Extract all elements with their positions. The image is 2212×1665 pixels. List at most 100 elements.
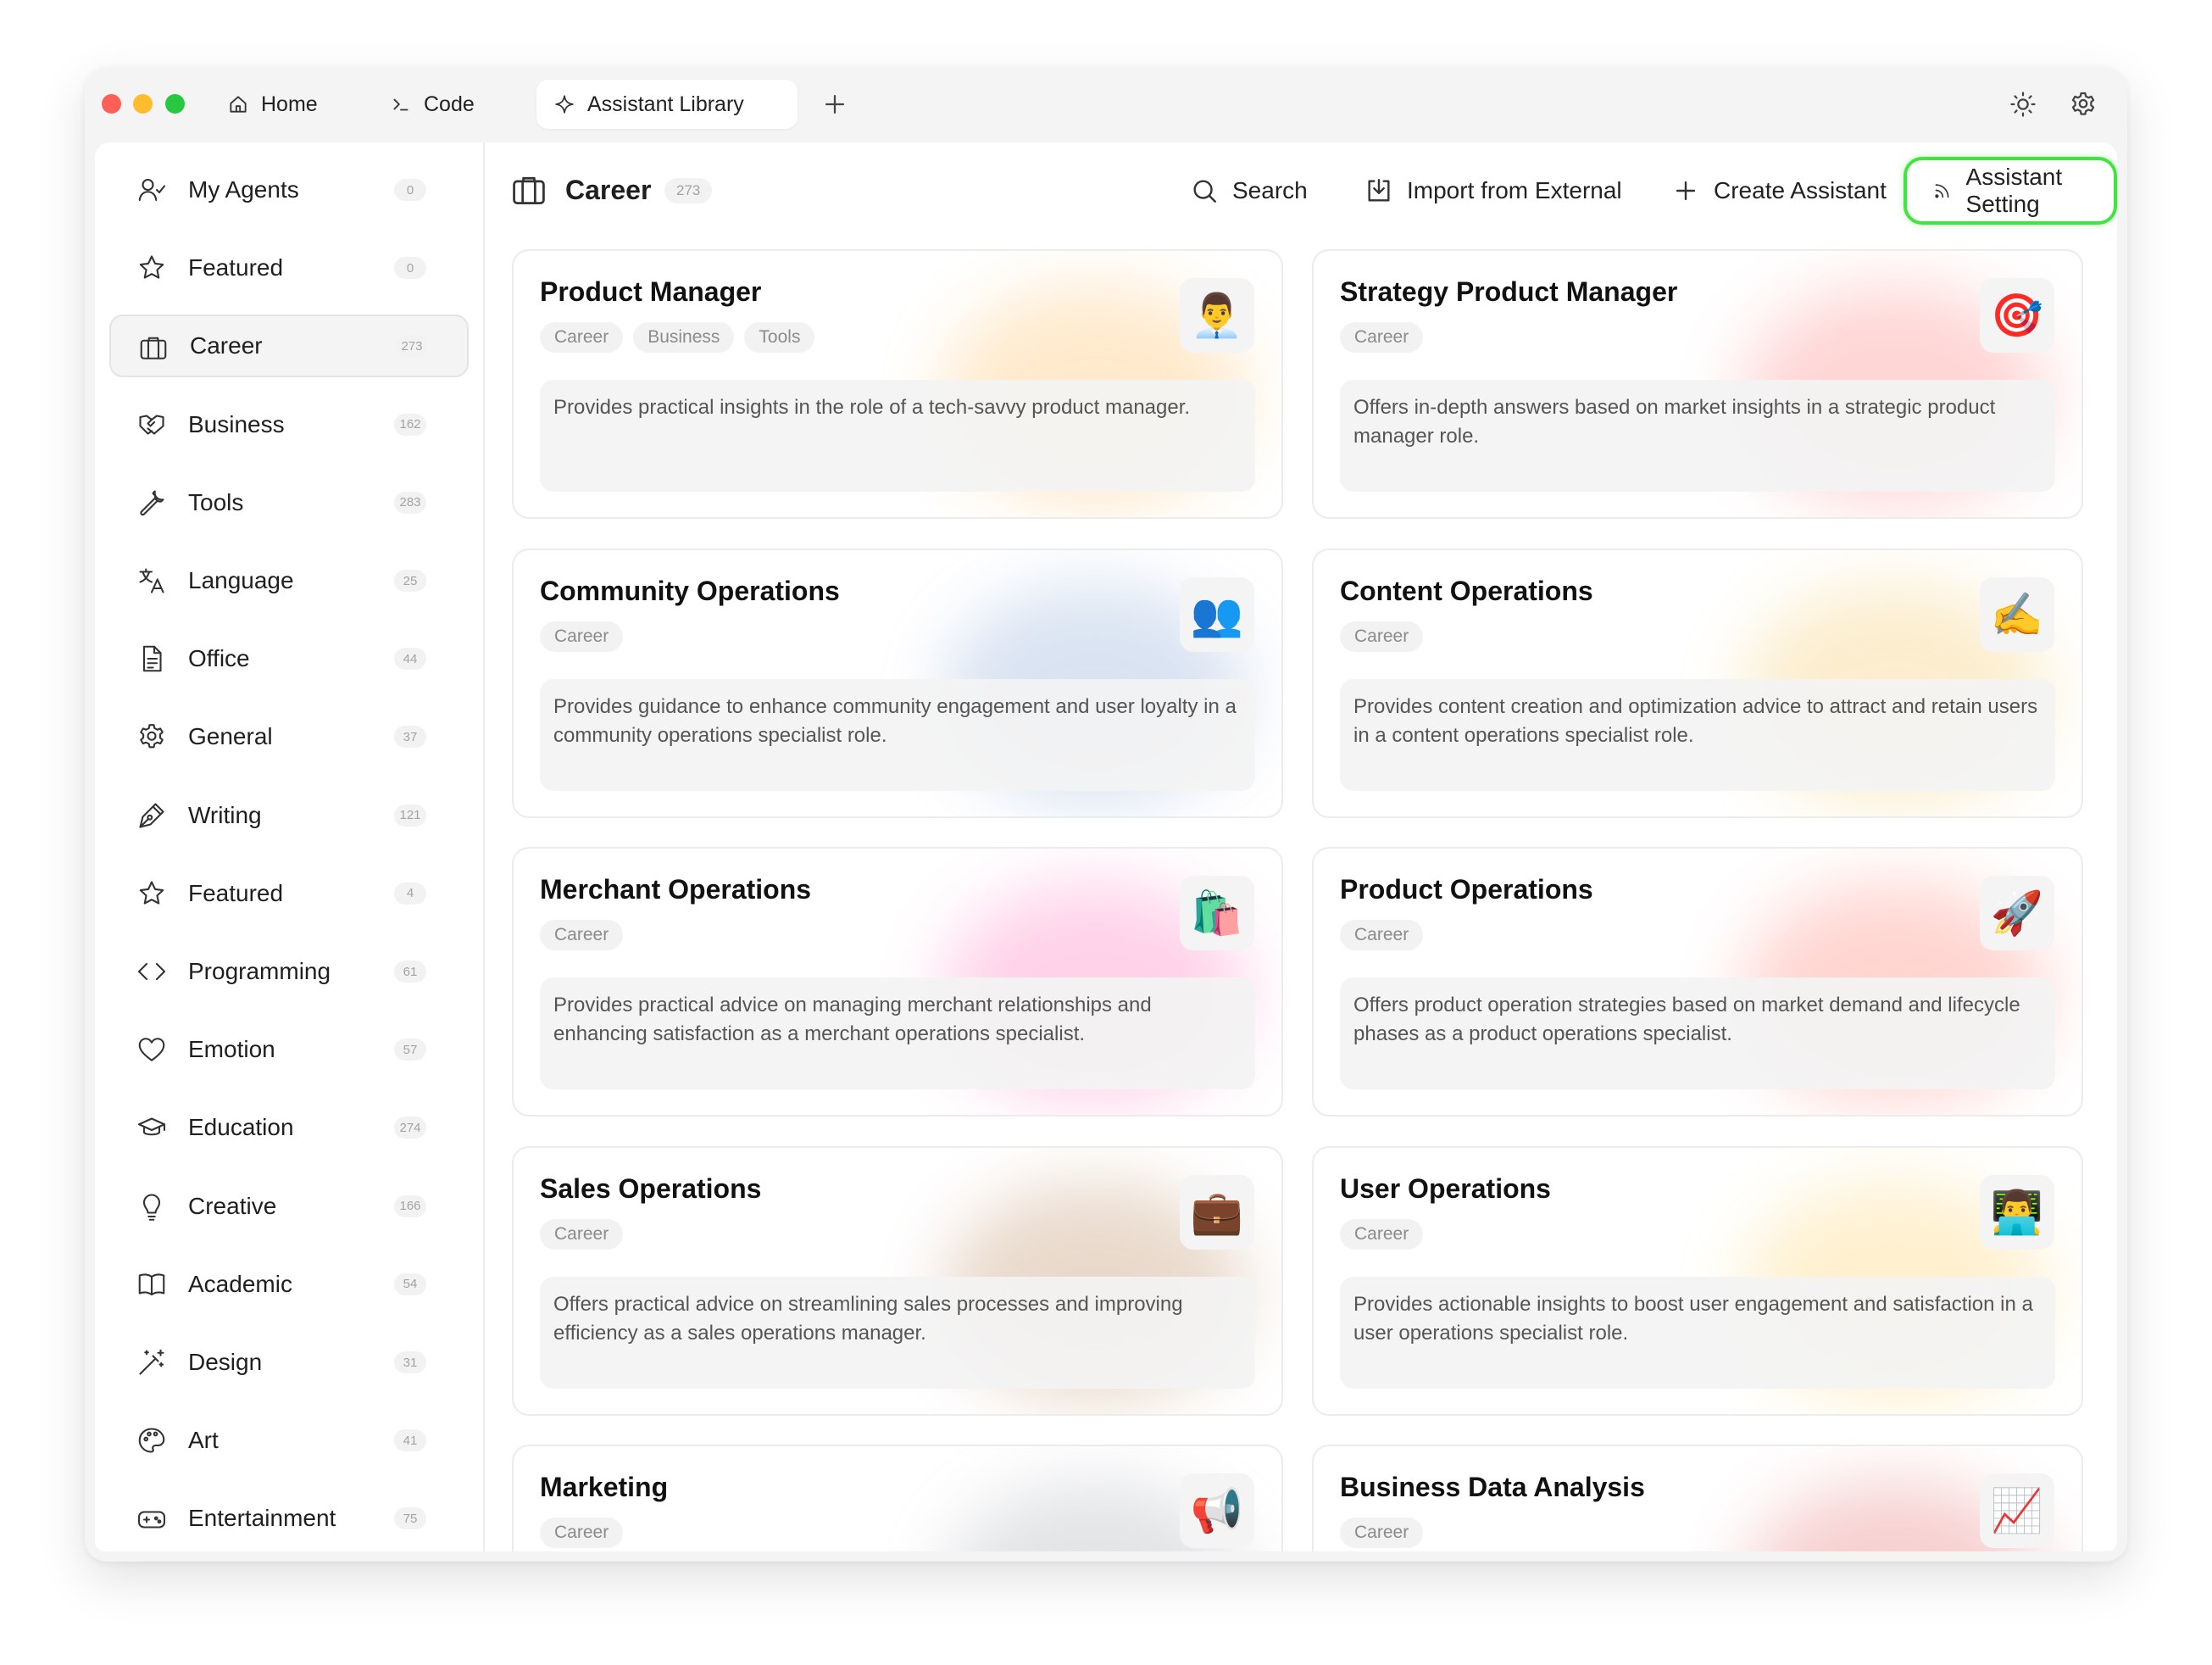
sparkle-icon bbox=[555, 95, 574, 114]
plus-icon bbox=[825, 94, 845, 114]
sidebar-item-label: Programming bbox=[188, 958, 331, 984]
card-tag: Career bbox=[540, 920, 624, 950]
card-avatar-icon: 🎯 bbox=[1980, 278, 2054, 353]
sidebar-item-count: 283 bbox=[394, 491, 426, 514]
card-title: Marketing bbox=[540, 1472, 669, 1502]
content-area: My Agents 0 Featured 0 Career 273 Business 162 T… bbox=[95, 142, 2117, 1551]
sidebar-item-label: Business bbox=[188, 410, 285, 437]
assistant-card[interactable]: Content Operations Career ✍️ Provides conte… bbox=[1312, 548, 2083, 818]
sidebar-item-featured[interactable]: Featured 4 bbox=[109, 862, 469, 925]
sidebar-item-design[interactable]: Design 31 bbox=[109, 1331, 469, 1394]
card-tags: Career bbox=[1340, 322, 1424, 353]
card-avatar-icon: 👨‍💼 bbox=[1180, 278, 1254, 353]
sidebar-item-tools[interactable]: Tools 283 bbox=[109, 471, 469, 534]
page-title: Career bbox=[565, 175, 652, 205]
lightbulb-icon bbox=[136, 1191, 167, 1222]
create-assistant-button[interactable]: Create Assistant bbox=[1671, 168, 1887, 214]
sidebar-item-business[interactable]: Business 162 bbox=[109, 393, 469, 456]
sidebar-item-language[interactable]: Language 25 bbox=[109, 549, 469, 612]
sidebar-item-writing[interactable]: Writing 121 bbox=[109, 784, 469, 847]
main-panel: Career 273 Search Import from External C… bbox=[485, 142, 2117, 1551]
sidebar-item-my-agents[interactable]: My Agents 0 bbox=[109, 159, 469, 221]
maximize-window-button[interactable] bbox=[165, 94, 185, 114]
card-tags: Career bbox=[540, 1517, 624, 1548]
sidebar-item-education[interactable]: Education 274 bbox=[109, 1096, 469, 1159]
card-tag: Career bbox=[1340, 1218, 1424, 1250]
card-tag: Career bbox=[1340, 621, 1424, 652]
theme-toggle-button[interactable] bbox=[2009, 90, 2037, 119]
assistant-setting-button[interactable]: Assistant Setting bbox=[1904, 157, 2117, 225]
assistant-setting-label: Assistant Setting bbox=[1965, 164, 2063, 217]
assistant-card[interactable]: Product Manager Career Business Tools 👨‍💼 Pro… bbox=[512, 249, 1283, 519]
sidebar-item-featured[interactable]: Featured 0 bbox=[109, 237, 469, 299]
sidebar-item-count: 166 bbox=[394, 1194, 426, 1217]
card-description: Provides guidance to enhance community e… bbox=[540, 678, 1255, 791]
card-title: Sales Operations bbox=[540, 1172, 762, 1204]
gear-icon bbox=[2071, 92, 2095, 115]
sidebar-item-emotion[interactable]: Emotion 57 bbox=[109, 1018, 469, 1081]
assistant-card[interactable]: Community Operations Career 👥 Provides guid… bbox=[512, 548, 1283, 818]
sidebar-item-office[interactable]: Office 44 bbox=[109, 627, 469, 690]
sidebar-item-label: Featured bbox=[188, 254, 284, 281]
sidebar-item-count: 37 bbox=[394, 726, 426, 749]
card-title: Community Operations bbox=[540, 575, 840, 606]
sidebar-item-art[interactable]: Art 41 bbox=[109, 1409, 469, 1472]
sidebar-item-academic[interactable]: Academic 54 bbox=[109, 1253, 469, 1316]
tab-assistant-library-label: Assistant Library bbox=[587, 92, 744, 116]
sidebar-item-label: Entertainment bbox=[188, 1505, 336, 1532]
tab-home[interactable]: Home bbox=[210, 80, 335, 129]
rss-icon bbox=[1935, 184, 1949, 198]
card-description: Provides practical insights in the role … bbox=[540, 380, 1255, 492]
card-tag: Career bbox=[540, 1218, 624, 1250]
assistant-card[interactable]: Merchant Operations Career 🛍️ Provides prac… bbox=[512, 847, 1283, 1116]
assistant-card[interactable]: Business Data Analysis Career 📈 bbox=[1312, 1445, 2083, 1551]
card-tag: Business bbox=[633, 322, 735, 353]
card-description: Provides content creation and optimizati… bbox=[1340, 678, 2055, 791]
tab-home-label: Home bbox=[261, 92, 318, 116]
card-description: Provides actionable insights to boost us… bbox=[1340, 1276, 2055, 1389]
card-title: Product Manager bbox=[540, 276, 762, 307]
card-description: Provides practical advice on managing me… bbox=[540, 977, 1255, 1089]
sidebar-item-career[interactable]: Career 273 bbox=[109, 315, 469, 378]
book-icon bbox=[136, 1269, 167, 1300]
card-tags: Career bbox=[1340, 1218, 1424, 1250]
search-button[interactable]: Search bbox=[1190, 168, 1308, 214]
tab-code[interactable]: Code bbox=[373, 80, 492, 129]
sidebar-item-label: General bbox=[188, 723, 273, 750]
assistant-card[interactable]: Product Operations Career 🚀 Offers product … bbox=[1312, 847, 2083, 1116]
card-avatar-icon: 🛍️ bbox=[1180, 876, 1254, 950]
close-window-button[interactable] bbox=[102, 94, 121, 114]
terminal-icon bbox=[393, 98, 408, 111]
sidebar-item-general[interactable]: General 37 bbox=[109, 705, 469, 768]
card-avatar-icon: 💼 bbox=[1180, 1174, 1254, 1250]
document-icon bbox=[136, 643, 167, 674]
category-sidebar: My Agents 0 Featured 0 Career 273 Business 162 T… bbox=[95, 142, 485, 1551]
assistant-card[interactable]: Strategy Product Manager Career 🎯 Offers in… bbox=[1312, 249, 2083, 519]
sidebar-item-count: 4 bbox=[394, 882, 426, 905]
assistant-card[interactable]: User Operations Career 👨‍💻 Provides actiona… bbox=[1312, 1145, 2083, 1416]
card-tag: Career bbox=[540, 322, 624, 353]
sidebar-item-label: Emotion bbox=[188, 1036, 275, 1063]
new-tab-button[interactable] bbox=[820, 90, 849, 119]
sidebar-item-count: 162 bbox=[394, 413, 426, 436]
star-icon bbox=[136, 253, 167, 283]
assistant-card[interactable]: Marketing Career 📢 bbox=[512, 1445, 1283, 1551]
assistant-card[interactable]: Sales Operations Career 💼 Offers practical … bbox=[512, 1145, 1283, 1416]
minimize-window-button[interactable] bbox=[133, 94, 153, 114]
sidebar-item-count: 274 bbox=[394, 1116, 426, 1139]
sidebar-item-programming[interactable]: Programming 61 bbox=[109, 940, 469, 1003]
settings-button[interactable] bbox=[2069, 90, 2098, 119]
card-avatar-icon: 👨‍💻 bbox=[1980, 1174, 2054, 1250]
card-tags: Career bbox=[1340, 621, 1424, 652]
tab-assistant-library[interactable]: Assistant Library bbox=[536, 80, 798, 129]
card-tag: Career bbox=[1340, 1517, 1424, 1548]
graduation-cap-icon bbox=[136, 1112, 167, 1143]
import-button[interactable]: Import from External bbox=[1364, 168, 1622, 214]
sidebar-item-label: Academic bbox=[188, 1270, 292, 1297]
sidebar-item-creative[interactable]: Creative 166 bbox=[109, 1175, 469, 1238]
create-assistant-label: Create Assistant bbox=[1714, 177, 1887, 203]
card-description: Offers product operation strategies base… bbox=[1340, 977, 2055, 1089]
card-title: Product Operations bbox=[1340, 874, 1593, 905]
sidebar-item-label: My Agents bbox=[188, 176, 299, 203]
sidebar-item-entertainment[interactable]: Entertainment 75 bbox=[109, 1487, 469, 1550]
